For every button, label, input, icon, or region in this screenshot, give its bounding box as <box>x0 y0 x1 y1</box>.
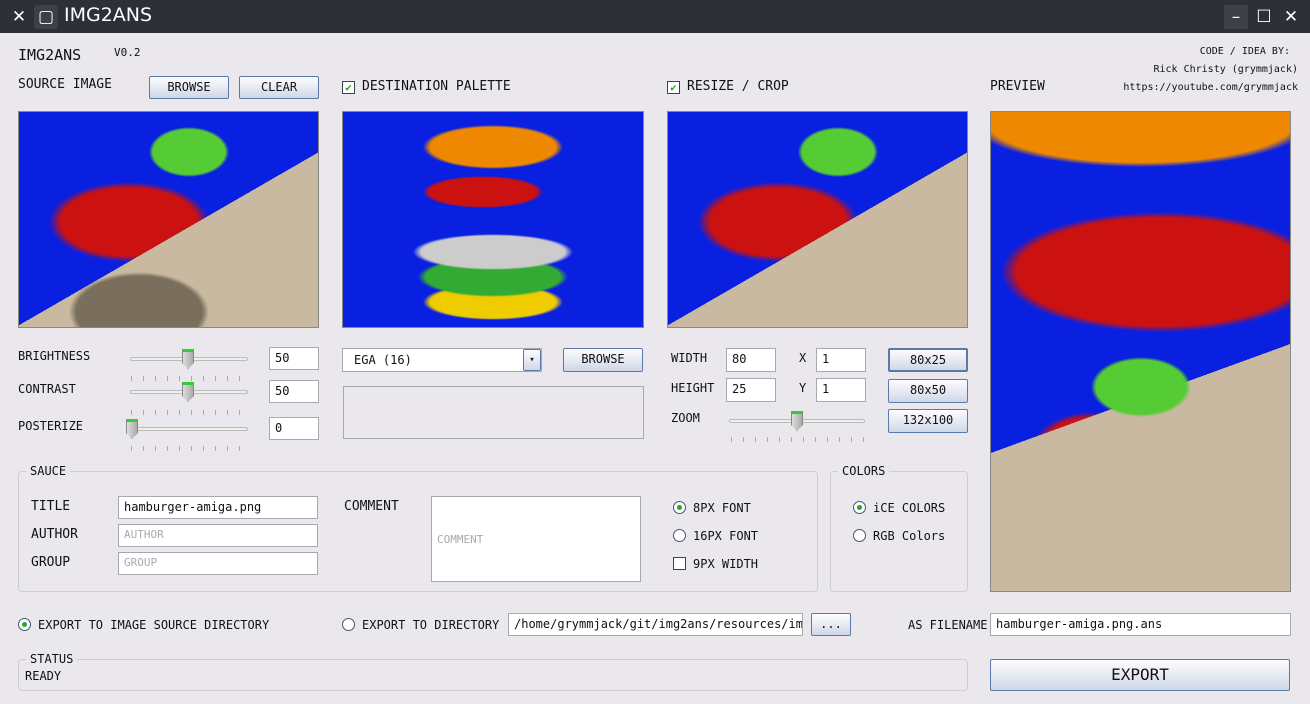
credits-author: Rick Christy (grymmjack) <box>1153 64 1299 75</box>
source-image <box>18 111 319 328</box>
font-8px-radio[interactable] <box>673 501 686 514</box>
title-input[interactable]: hamburger-amiga.png <box>118 496 318 519</box>
app-name: IMG2ANS <box>18 46 82 64</box>
palette-image <box>342 111 644 328</box>
rgb-colors-label[interactable]: RGB Colors <box>873 529 945 543</box>
width-label: WIDTH <box>671 351 708 365</box>
resize-label: RESIZE / CROP <box>687 79 789 94</box>
resize-image <box>667 111 968 328</box>
status-group <box>18 659 968 691</box>
window-title: IMG2ANS <box>64 4 153 26</box>
zoom-ticks <box>731 437 867 442</box>
export-dir-label[interactable]: EXPORT TO DIRECTORY <box>362 618 499 632</box>
preset-132x100-button[interactable]: 132x100 <box>888 409 968 433</box>
comment-label: COMMENT <box>344 499 399 514</box>
palette-browse-button[interactable]: BROWSE <box>563 348 643 372</box>
palette-selected: EGA (16) <box>354 353 412 367</box>
preset-80x50-button[interactable]: 80x50 <box>888 379 968 403</box>
palette-preview-box <box>343 386 644 439</box>
minimize-icon[interactable]: – <box>1224 5 1248 29</box>
app-icon: ▢ <box>34 5 58 29</box>
zoom-thumb[interactable] <box>791 411 803 431</box>
preview-label: PREVIEW <box>990 79 1045 94</box>
resize-checkbox[interactable]: ✔ <box>667 81 680 94</box>
filename-input[interactable]: hamburger-amiga.png.ans <box>990 613 1291 636</box>
y-label: Y <box>799 381 807 395</box>
brightness-input[interactable]: 50 <box>269 347 319 370</box>
preview-image <box>990 111 1291 592</box>
x-input[interactable]: 1 <box>816 348 866 372</box>
export-dir-input[interactable]: /home/grymmjack/git/img2ans/resources/im… <box>508 613 803 636</box>
source-clear-button[interactable]: CLEAR <box>239 76 319 99</box>
brightness-label: BRIGHTNESS <box>18 349 91 363</box>
chevron-down-icon[interactable]: ▾ <box>523 349 541 371</box>
group-input[interactable]: GROUP <box>118 552 318 575</box>
export-dir-radio[interactable] <box>342 618 355 631</box>
maximize-icon[interactable]: ☐ <box>1252 5 1276 29</box>
title-label: TITLE <box>31 499 71 514</box>
x-label: X <box>799 351 807 365</box>
status-title: STATUS <box>26 652 78 666</box>
source-image-label: SOURCE IMAGE <box>18 77 112 92</box>
palette-checkbox[interactable]: ✔ <box>342 81 355 94</box>
posterize-input[interactable]: 0 <box>269 417 319 440</box>
dir-picker-button[interactable]: ... <box>811 613 851 636</box>
y-input[interactable]: 1 <box>816 378 866 402</box>
source-browse-button[interactable]: BROWSE <box>149 76 229 99</box>
brightness-ticks <box>131 376 249 381</box>
posterize-slider[interactable] <box>130 427 248 431</box>
title-bar: ✕ ▢ IMG2ANS – ☐ ✕ <box>0 0 1310 33</box>
author-label: AUTHOR <box>31 527 78 542</box>
sauce-title: SAUCE <box>26 464 71 478</box>
posterize-ticks <box>131 446 249 451</box>
close-icon[interactable]: ✕ <box>7 5 31 29</box>
palette-select[interactable]: EGA (16) <box>342 348 542 372</box>
author-input[interactable]: AUTHOR <box>118 524 318 547</box>
zoom-label: ZOOM <box>671 411 700 425</box>
font-16px-radio[interactable] <box>673 529 686 542</box>
ice-colors-label[interactable]: iCE COLORS <box>873 501 945 515</box>
as-filename-label: AS FILENAME <box>908 618 988 632</box>
status-text: READY <box>25 669 62 683</box>
group-label: GROUP <box>31 555 71 570</box>
export-source-label[interactable]: EXPORT TO IMAGE SOURCE DIRECTORY <box>38 618 269 632</box>
contrast-input[interactable]: 50 <box>269 380 319 403</box>
app-version: V0.2 <box>114 46 141 59</box>
contrast-ticks <box>131 410 249 415</box>
export-source-radio[interactable] <box>18 618 31 631</box>
width-9px-label[interactable]: 9PX WIDTH <box>693 557 758 571</box>
colors-title: COLORS <box>838 464 890 478</box>
height-input[interactable]: 25 <box>726 378 776 402</box>
font-16px-label[interactable]: 16PX FONT <box>693 529 758 543</box>
width-input[interactable]: 80 <box>726 348 776 372</box>
preset-80x25-button[interactable]: 80x25 <box>888 348 968 372</box>
ice-colors-radio[interactable] <box>853 501 866 514</box>
export-button[interactable]: EXPORT <box>990 659 1290 691</box>
posterize-label: POSTERIZE <box>18 419 84 433</box>
height-label: HEIGHT <box>671 381 715 395</box>
font-8px-label[interactable]: 8PX FONT <box>693 501 751 515</box>
width-9px-checkbox[interactable] <box>673 557 686 570</box>
comment-textarea[interactable]: COMMENT <box>431 496 641 582</box>
posterize-thumb[interactable] <box>126 419 138 439</box>
brightness-thumb[interactable] <box>182 349 194 369</box>
contrast-label: CONTRAST <box>18 382 76 396</box>
contrast-thumb[interactable] <box>182 382 194 402</box>
palette-label: DESTINATION PALETTE <box>362 79 511 94</box>
close-window-icon[interactable]: ✕ <box>1279 5 1303 29</box>
credits-url[interactable]: https://youtube.com/grymmjack <box>1123 82 1298 93</box>
rgb-colors-radio[interactable] <box>853 529 866 542</box>
credits-heading: CODE / IDEA BY: <box>1199 46 1290 57</box>
